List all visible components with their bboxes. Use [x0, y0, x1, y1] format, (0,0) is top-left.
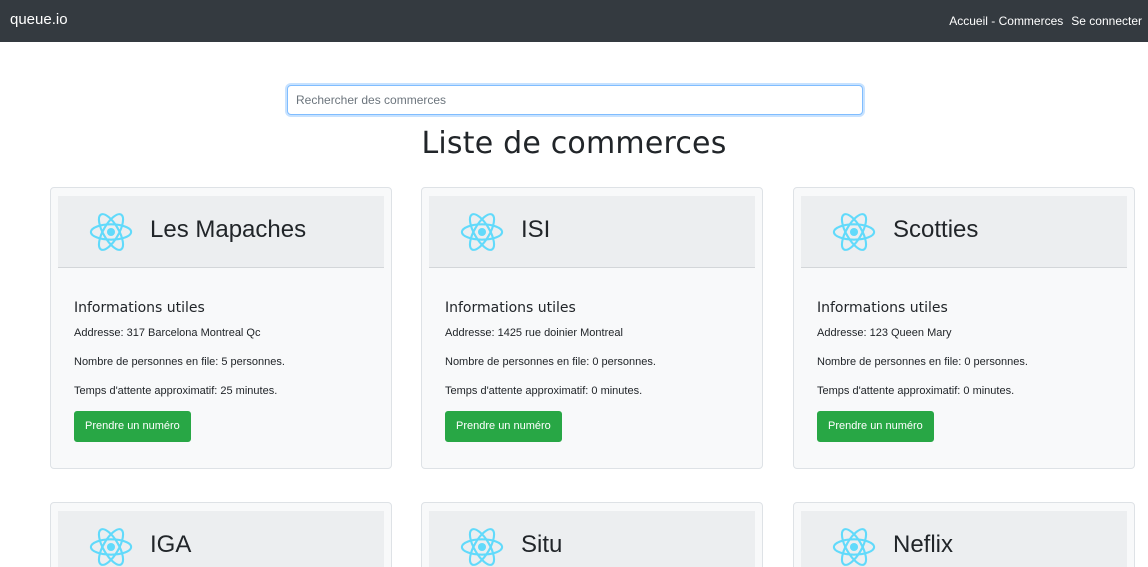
card-header: Les Mapaches [58, 196, 384, 268]
nav-link-accueil-commerces[interactable]: Accueil - Commerces [949, 13, 1063, 29]
store-card: IGA [50, 502, 392, 567]
react-logo-icon [832, 213, 876, 251]
store-card: Situ [421, 502, 763, 567]
card-body: Informations utiles Addresse: 1425 rue d… [445, 298, 745, 442]
react-logo-icon [460, 213, 504, 251]
queue-count: Nombre de personnes en file: 0 personnes… [445, 356, 656, 368]
brand-link[interactable]: queue.io [10, 10, 68, 30]
card-header: Situ [429, 511, 755, 567]
info-title: Informations utiles [74, 300, 205, 316]
store-name: Scotties [893, 216, 979, 243]
nav-link-se-connecter[interactable]: Se connecter [1071, 13, 1142, 29]
card-body: Informations utiles Addresse: 317 Barcel… [74, 298, 374, 442]
wait-time: Temps d'attente approximatif: 0 minutes. [817, 385, 1015, 397]
wait-time: Temps d'attente approximatif: 0 minutes. [445, 385, 643, 397]
store-address: Addresse: 1425 rue doinier Montreal [445, 327, 623, 339]
card-header: Neflix [801, 511, 1127, 567]
queue-count: Nombre de personnes en file: 0 personnes… [817, 356, 1028, 368]
take-number-button[interactable]: Prendre un numéro [817, 411, 934, 442]
page-title: Liste de commerces [421, 126, 727, 161]
info-title: Informations utiles [817, 300, 948, 316]
wait-time: Temps d'attente approximatif: 25 minutes… [74, 385, 278, 397]
card-header: Scotties [801, 196, 1127, 268]
store-card: ISI Informations utiles Addresse: 1425 r… [421, 187, 763, 469]
card-body: Informations utiles Addresse: 123 Queen … [817, 298, 1117, 442]
store-address: Addresse: 317 Barcelona Montreal Qc [74, 327, 261, 339]
react-logo-icon [460, 528, 504, 566]
store-card: Neflix [793, 502, 1135, 567]
nav-links: Accueil - Commerces Se connecter [949, 13, 1142, 29]
store-name: Neflix [893, 531, 954, 558]
store-address: Addresse: 123 Queen Mary [817, 327, 952, 339]
react-logo-icon [832, 528, 876, 566]
store-card: Les Mapaches Informations utiles Address… [50, 187, 392, 469]
store-name: ISI [521, 216, 551, 243]
react-logo-icon [89, 528, 133, 566]
card-header: IGA [58, 511, 384, 567]
react-logo-icon [89, 213, 133, 251]
take-number-button[interactable]: Prendre un numéro [445, 411, 562, 442]
store-card: Scotties Informations utiles Addresse: 1… [793, 187, 1135, 469]
navbar: queue.io Accueil - Commerces Se connecte… [0, 0, 1148, 42]
store-name: Les Mapaches [150, 216, 307, 243]
store-name: Situ [521, 531, 563, 558]
store-name: IGA [150, 531, 192, 558]
card-header: ISI [429, 196, 755, 268]
info-title: Informations utiles [445, 300, 576, 316]
queue-count: Nombre de personnes en file: 5 personnes… [74, 356, 285, 368]
search-input[interactable] [287, 85, 863, 115]
take-number-button[interactable]: Prendre un numéro [74, 411, 191, 442]
